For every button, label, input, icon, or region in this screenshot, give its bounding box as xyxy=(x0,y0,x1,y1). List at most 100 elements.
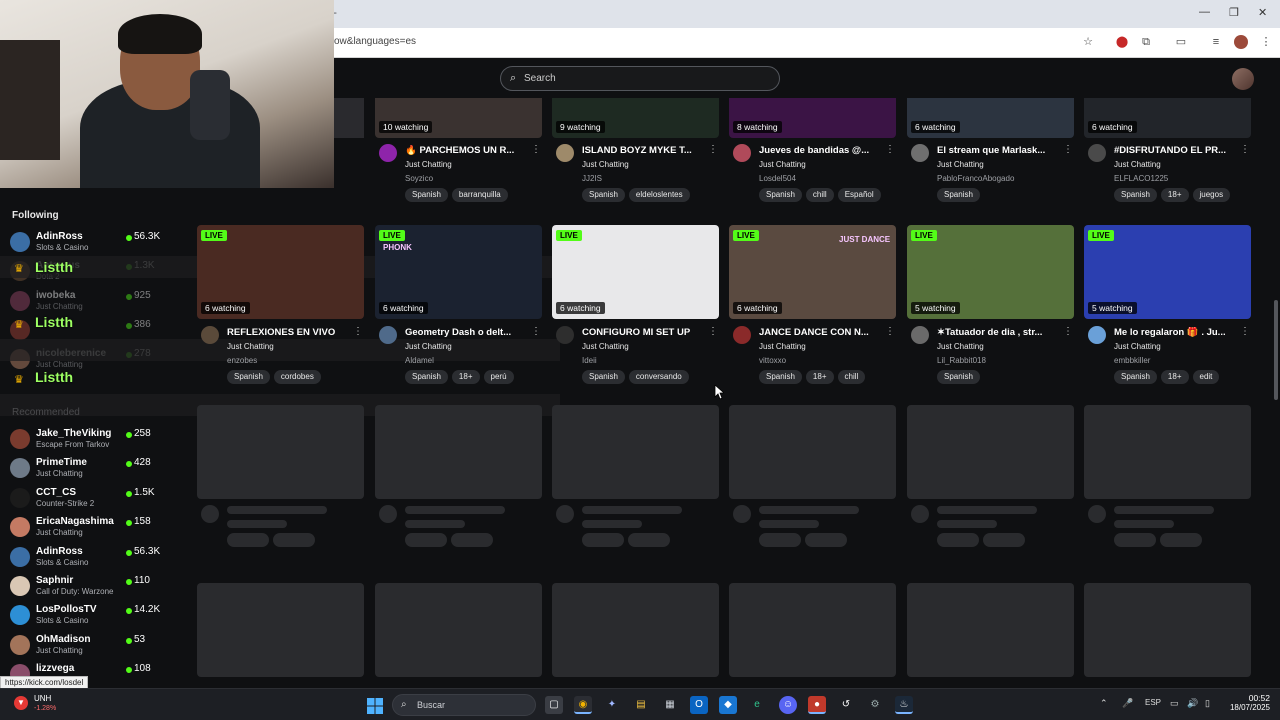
file-explorer-icon[interactable]: ▤ xyxy=(632,696,650,714)
more-options-icon[interactable]: ⋮ xyxy=(1063,144,1073,155)
more-options-icon[interactable]: ⋮ xyxy=(1240,326,1250,337)
more-options-icon[interactable]: ⋮ xyxy=(708,144,718,155)
stream-card[interactable]: LIVE 6 watching CONFIGURO MI SET UP Just Ch… xyxy=(552,225,719,390)
bookmark-star-icon[interactable]: ☆ xyxy=(1081,35,1095,49)
stream-title[interactable]: El stream que Marlask... xyxy=(937,145,1062,156)
stream-thumbnail[interactable]: 8 watching xyxy=(729,98,896,138)
sidebar-channel[interactable]: AdinRoss Slots & Casino 56.3K xyxy=(10,228,172,256)
tag-pill[interactable]: chill xyxy=(837,370,866,384)
streamer-name[interactable]: Soyzico xyxy=(405,174,433,183)
stream-thumbnail[interactable]: 6 watching xyxy=(1084,98,1251,138)
tag-pill[interactable]: Spanish xyxy=(937,188,980,202)
tag-pill[interactable]: cordobes xyxy=(273,370,321,384)
stream-card[interactable]: LIVE 5 watching ✶Tatuador de dia , str... J… xyxy=(907,225,1074,390)
more-options-icon[interactable]: ⋮ xyxy=(885,326,895,337)
tag-pill[interactable]: juegos xyxy=(1192,188,1231,202)
sidebar-channel[interactable]: CCT_CS Counter-Strike 2 1.5K xyxy=(10,484,172,512)
dropbox-icon[interactable]: ◆ xyxy=(719,696,737,714)
stream-thumbnail[interactable]: 9 watching xyxy=(552,98,719,138)
battery-icon[interactable]: ▯ xyxy=(1205,698,1210,709)
mic-icon[interactable]: 🎤 xyxy=(1122,698,1133,709)
stream-title[interactable]: 🔥 PARCHEMOS UN R... xyxy=(405,145,530,156)
streamer-name[interactable]: enzobes xyxy=(227,356,257,365)
streamer-name[interactable]: ELFLACO1225 xyxy=(1114,174,1168,183)
stream-title[interactable]: REFLEXIONES EN VIVO xyxy=(227,327,352,338)
sidebar-channel[interactable]: PrimeTime Just Chatting 428 xyxy=(10,454,172,482)
tag-pill[interactable]: Spanish xyxy=(582,370,625,384)
steam-helper-icon[interactable]: ⚙ xyxy=(866,696,884,714)
stream-card[interactable]: #DISFRUTANDO EL PR... Just Chatting ELFLAC… xyxy=(1084,142,1251,212)
sidebar-channel[interactable]: EricaNagashima Just Chatting 158 xyxy=(10,513,172,541)
stream-category[interactable]: Just Chatting xyxy=(759,342,806,351)
stream-title[interactable]: ✶Tatuador de dia , str... xyxy=(937,327,1062,338)
tag-pill[interactable]: Spanish xyxy=(227,370,270,384)
stream-thumbnail[interactable]: 6 watching xyxy=(907,98,1074,138)
tag-pill[interactable]: chill xyxy=(805,188,834,202)
tag-pill[interactable]: Español xyxy=(837,188,881,202)
steam-icon[interactable]: ♨ xyxy=(895,696,913,714)
stream-card[interactable]: El stream que Marlask... Just Chatting Pab… xyxy=(907,142,1074,212)
more-options-icon[interactable]: ⋮ xyxy=(1240,144,1250,155)
more-options-icon[interactable]: ⋮ xyxy=(531,144,541,155)
tag-pill[interactable]: conversando xyxy=(628,370,689,384)
stream-title[interactable]: CONFIGURO MI SET UP xyxy=(582,327,707,338)
volume-icon[interactable]: 🔊 xyxy=(1187,698,1198,709)
obs-icon[interactable]: ● xyxy=(808,696,826,714)
discord-icon[interactable]: ☺ xyxy=(779,696,797,714)
tag-pill[interactable]: Spanish xyxy=(937,370,980,384)
tray-chevron-icon[interactable]: ⌃ xyxy=(1100,698,1108,709)
tag-pill[interactable]: edit xyxy=(1192,370,1220,384)
stream-category[interactable]: Just Chatting xyxy=(937,342,984,351)
streamer-name[interactable]: Losdel504 xyxy=(759,174,796,183)
more-options-icon[interactable]: ⋮ xyxy=(1063,326,1073,337)
stream-category[interactable]: Just Chatting xyxy=(582,160,629,169)
stream-title[interactable]: #DISFRUTANDO EL PR... xyxy=(1114,145,1239,156)
stream-card[interactable]: LIVE 6 watching REFLEXIONES EN VIVO Just Ch… xyxy=(197,225,364,390)
more-options-icon[interactable]: ⋮ xyxy=(708,326,718,337)
channel-avatar[interactable] xyxy=(1088,326,1106,344)
channel-avatar[interactable] xyxy=(556,144,574,162)
extension-icon[interactable]: ⬤ xyxy=(1115,35,1129,49)
stream-thumbnail[interactable]: LIVE 5 watching xyxy=(1084,225,1251,319)
stream-card[interactable]: ISLAND BOYZ MYKE T... Just Chatting JJ2IS ⋮… xyxy=(552,142,719,212)
channel-avatar[interactable] xyxy=(911,326,929,344)
network-icon[interactable]: ▭ xyxy=(1170,698,1179,709)
sidebar-channel[interactable]: OhMadison Just Chatting 53 xyxy=(10,631,172,659)
url-text[interactable]: ow&languages=es xyxy=(334,36,416,47)
task-view-icon[interactable]: ▢ xyxy=(545,696,563,714)
streamer-name[interactable]: embbkiller xyxy=(1114,356,1150,365)
stream-category[interactable]: Just Chatting xyxy=(405,342,452,351)
stream-thumbnail[interactable]: JUST DANCE LIVE 6 watching xyxy=(729,225,896,319)
stream-category[interactable]: Just Chatting xyxy=(937,160,984,169)
streamer-name[interactable]: JJ2IS xyxy=(582,174,602,183)
stream-category[interactable]: Just Chatting xyxy=(759,160,806,169)
streamer-name[interactable]: Ideii xyxy=(582,356,597,365)
tag-pill[interactable]: 18+ xyxy=(805,370,834,384)
stream-category[interactable]: Just Chatting xyxy=(1114,342,1161,351)
streamer-name[interactable]: Lil_Rabbit018 xyxy=(937,356,986,365)
tag-pill[interactable]: 18+ xyxy=(1160,370,1189,384)
channel-avatar[interactable] xyxy=(733,326,751,344)
sidebar-channel[interactable]: iwobeka Just Chatting 925 xyxy=(10,287,172,315)
channel-avatar[interactable] xyxy=(733,144,751,162)
stream-title[interactable]: Me lo regalaron 🎁 . Ju... xyxy=(1114,327,1239,338)
channel-avatar[interactable] xyxy=(556,326,574,344)
tag-pill[interactable]: Spanish xyxy=(759,370,802,384)
stream-title[interactable]: JANCE DANCE CON N... xyxy=(759,327,884,338)
cast-icon[interactable]: ▭ xyxy=(1174,35,1188,49)
windows-start-icon[interactable] xyxy=(367,698,383,714)
outlook-icon[interactable]: O xyxy=(690,696,708,714)
taskbar-search[interactable]: ⌕ Buscar xyxy=(392,694,536,716)
stream-category[interactable]: Just Chatting xyxy=(582,342,629,351)
tag-pill[interactable]: Spanish xyxy=(405,188,448,202)
tag-pill[interactable]: Spanish xyxy=(759,188,802,202)
clock[interactable]: 00:52 18/07/2025 xyxy=(1226,693,1270,712)
tag-pill[interactable]: barranquilla xyxy=(451,188,508,202)
stream-card[interactable]: LIVE 5 watching Me lo regalaron 🎁 . Ju... J… xyxy=(1084,225,1251,390)
channel-avatar[interactable] xyxy=(379,326,397,344)
extensions-puzzle-icon[interactable]: ⧉ xyxy=(1139,35,1153,49)
reading-list-icon[interactable]: ≡ xyxy=(1209,35,1223,49)
language-indicator[interactable]: ESP xyxy=(1145,698,1161,707)
streamer-name[interactable]: Aldamel xyxy=(405,356,434,365)
sidebar-channel[interactable]: LosPollosTV Slots & Casino 14.2K xyxy=(10,601,172,629)
